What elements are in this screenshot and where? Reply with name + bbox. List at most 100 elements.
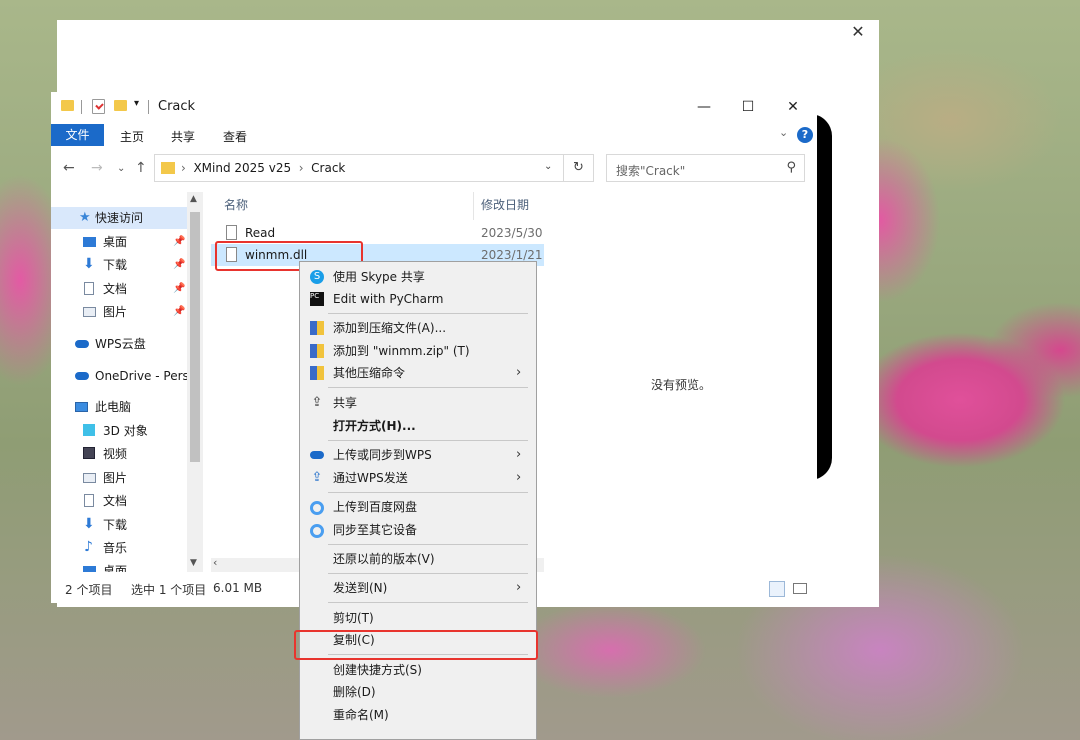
- nav-item-this-pc[interactable]: 此电脑: [51, 396, 201, 418]
- up-arrow-icon[interactable]: ↑: [135, 160, 147, 176]
- text-file-icon: [226, 225, 237, 240]
- wps-send-icon: ⇪: [311, 470, 323, 485]
- menu-item-baidu-upload[interactable]: 上传到百度网盘: [300, 496, 536, 518]
- wps-cloud-icon: [310, 451, 324, 459]
- breadcrumb-item[interactable]: Crack: [311, 161, 345, 175]
- nav-item-videos[interactable]: 视频: [51, 443, 201, 465]
- toolbar-divider: [81, 100, 82, 114]
- music-icon: ♪: [84, 539, 93, 555]
- nav-item-documents-pc[interactable]: 文档: [51, 490, 201, 512]
- pin-icon[interactable]: 📌: [173, 301, 185, 323]
- submenu-arrow-icon: ›: [516, 447, 522, 462]
- tab-view[interactable]: 查看: [223, 128, 247, 145]
- scroll-down-icon[interactable]: ▼: [190, 558, 197, 568]
- breadcrumb: › XMind 2025 v25 › Crack: [181, 161, 346, 175]
- menu-item-other-compress[interactable]: 其他压缩命令 ›: [300, 362, 536, 384]
- nav-item-desktop-pc[interactable]: 桌面: [51, 560, 201, 572]
- address-bar[interactable]: › XMind 2025 v25 › Crack ⌄: [154, 154, 564, 182]
- recent-locations-icon[interactable]: ⌄: [117, 163, 125, 174]
- pin-icon[interactable]: 📌: [173, 231, 185, 253]
- properties-icon[interactable]: [92, 99, 105, 114]
- chevron-down-icon[interactable]: ⌄: [779, 126, 788, 139]
- desktop-icon: [83, 237, 96, 247]
- column-divider[interactable]: [473, 192, 474, 220]
- menu-item-wps-upload[interactable]: 上传或同步到WPS ›: [300, 444, 536, 466]
- minimize-button[interactable]: —: [689, 97, 719, 117]
- tab-home[interactable]: 主页: [120, 128, 144, 145]
- nav-pane-scrollbar[interactable]: ▲ ▼: [187, 192, 203, 572]
- menu-item-create-shortcut[interactable]: 创建快捷方式(S): [300, 659, 536, 681]
- column-header-name[interactable]: 名称: [224, 196, 248, 213]
- close-button[interactable]: ✕: [778, 97, 808, 117]
- column-header-modified[interactable]: 修改日期: [481, 196, 529, 213]
- submenu-arrow-icon: ›: [516, 365, 522, 380]
- document-icon: [84, 282, 94, 295]
- menu-item-edit-pycharm[interactable]: PC Edit with PyCharm: [300, 288, 536, 310]
- cube-icon: [83, 424, 95, 436]
- forward-arrow-icon[interactable]: →: [91, 160, 103, 176]
- ribbon-tabs: 文件 主页 共享 查看: [51, 122, 817, 146]
- menu-item-share[interactable]: ⇪ 共享: [300, 392, 536, 414]
- chevron-down-icon[interactable]: ⌄: [544, 161, 552, 172]
- search-input[interactable]: 搜索"Crack" ⚲: [606, 154, 805, 182]
- menu-item-sync-devices[interactable]: 同步至其它设备: [300, 519, 536, 541]
- nav-item-pictures[interactable]: 图片 📌: [51, 301, 201, 323]
- menu-separator: [328, 440, 528, 441]
- pictures-icon: [83, 307, 96, 317]
- customize-toolbar-icon[interactable]: ▾: [134, 98, 139, 109]
- pin-icon[interactable]: 📌: [173, 254, 185, 276]
- desktop-icon: [83, 566, 96, 572]
- nav-item-wps-cloud[interactable]: WPS云盘: [51, 333, 201, 355]
- archive-icon: [310, 321, 324, 335]
- nav-item-quick-access[interactable]: ★ 快速访问: [51, 207, 201, 229]
- back-arrow-icon[interactable]: ←: [63, 160, 75, 176]
- menu-item-open-with[interactable]: 打开方式(H)...: [300, 415, 536, 437]
- search-icon: ⚲: [786, 160, 796, 175]
- nav-item-downloads[interactable]: ⬇ 下载 📌: [51, 254, 201, 276]
- tab-file[interactable]: 文件: [51, 124, 104, 146]
- toolbar-divider: [148, 100, 149, 114]
- menu-item-cut[interactable]: 剪切(T): [300, 607, 536, 629]
- menu-separator: [328, 387, 528, 388]
- menu-item-send-to[interactable]: 发送到(N) ›: [300, 577, 536, 599]
- menu-item-delete[interactable]: 删除(D): [300, 681, 536, 703]
- video-icon: [83, 447, 95, 459]
- menu-item-skype-share[interactable]: S 使用 Skype 共享: [300, 266, 536, 288]
- pin-icon[interactable]: 📌: [173, 278, 185, 300]
- menu-item-add-to-archive[interactable]: 添加到压缩文件(A)...: [300, 317, 536, 339]
- nav-item-desktop[interactable]: 桌面 📌: [51, 231, 201, 253]
- status-selected: 选中 1 个项目: [131, 583, 207, 597]
- maximize-button[interactable]: ☐: [733, 97, 763, 117]
- new-folder-icon[interactable]: [114, 100, 127, 111]
- menu-item-rename[interactable]: 重命名(M): [300, 704, 536, 726]
- archive-icon: [310, 366, 324, 380]
- background-window-close-icon[interactable]: ✕: [848, 22, 868, 42]
- share-icon: ⇪: [311, 395, 323, 410]
- status-size: 6.01 MB: [213, 581, 263, 595]
- scrollbar-thumb[interactable]: [190, 212, 200, 462]
- scroll-up-icon[interactable]: ▲: [190, 194, 197, 204]
- nav-item-onedrive[interactable]: OneDrive - Perso: [51, 365, 201, 387]
- details-view-icon[interactable]: [769, 581, 785, 597]
- menu-item-wps-send[interactable]: ⇪ 通过WPS发送 ›: [300, 467, 536, 489]
- scroll-left-icon[interactable]: ‹: [213, 556, 217, 569]
- nav-item-downloads-pc[interactable]: ⬇ 下载: [51, 514, 201, 536]
- search-placeholder: 搜索"Crack": [616, 164, 686, 178]
- nav-item-pictures-pc[interactable]: 图片: [51, 467, 201, 489]
- breadcrumb-item[interactable]: XMind 2025 v25: [193, 161, 291, 175]
- large-icons-view-icon[interactable]: [793, 583, 807, 594]
- document-icon: [84, 494, 94, 507]
- status-item-count: 2 个项目: [65, 583, 113, 597]
- refresh-button[interactable]: ↻: [564, 154, 594, 182]
- navigation-pane: ★ 快速访问 桌面 📌 ⬇ 下载 📌 文档 📌 图片 📌 WPS云盘 OneDr…: [51, 192, 201, 572]
- help-icon[interactable]: ?: [797, 127, 813, 143]
- nav-item-3d-objects[interactable]: 3D 对象: [51, 420, 201, 442]
- folder-icon: [161, 162, 175, 174]
- menu-item-restore-versions[interactable]: 还原以前的版本(V): [300, 548, 536, 570]
- nav-item-music[interactable]: ♪ 音乐: [51, 537, 201, 559]
- download-icon: ⬇: [83, 516, 95, 532]
- menu-item-add-to-zip[interactable]: 添加到 "winmm.zip" (T): [300, 340, 536, 362]
- menu-separator: [328, 544, 528, 545]
- tab-share[interactable]: 共享: [171, 128, 195, 145]
- nav-item-documents[interactable]: 文档 📌: [51, 278, 201, 300]
